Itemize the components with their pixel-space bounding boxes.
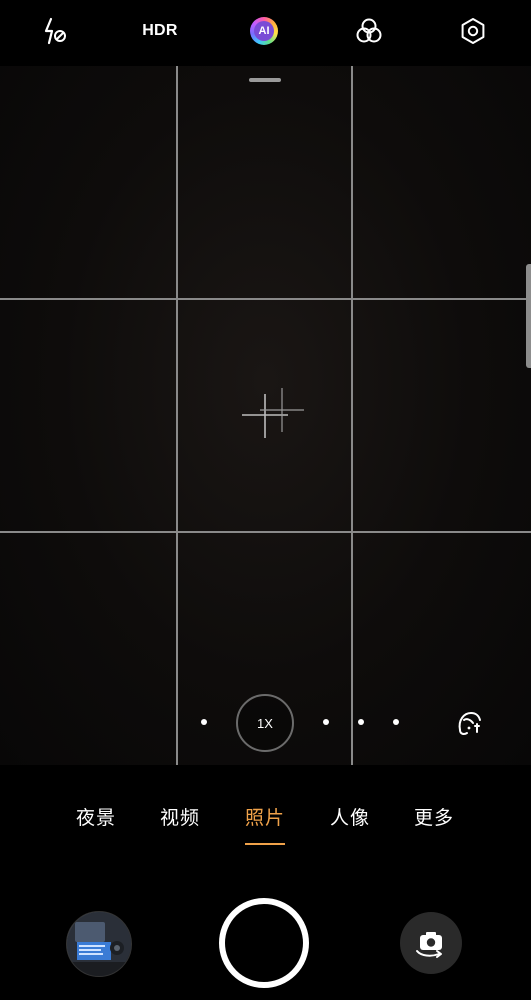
camera-screen: HDR AI 1X 夜景 视频 照片 人像 更多: [0, 0, 531, 1000]
hdr-label: HDR: [142, 22, 178, 39]
drag-handle[interactable]: [249, 78, 281, 82]
filters-button[interactable]: [352, 14, 386, 48]
mode-tab-portrait[interactable]: 人像: [320, 803, 380, 830]
focus-reticle-icon: [242, 388, 304, 438]
grid-line-horizontal: [0, 531, 531, 533]
side-slider-handle[interactable]: [526, 264, 531, 368]
mode-tab-video[interactable]: 视频: [150, 803, 210, 830]
filters-icon: [356, 18, 382, 43]
active-mode-indicator: [245, 843, 285, 845]
zoom-label: 1X: [257, 715, 273, 731]
settings-button[interactable]: [456, 14, 490, 48]
hdr-toggle[interactable]: HDR: [140, 14, 180, 48]
zoom-level-dot[interactable]: [201, 719, 207, 725]
zoom-level-dot[interactable]: [393, 719, 399, 725]
beauty-toggle[interactable]: [454, 708, 484, 738]
gallery-thumbnail-image: [67, 912, 131, 976]
switch-camera-icon: [416, 932, 442, 958]
shutter-button[interactable]: [219, 898, 309, 988]
switch-camera-button[interactable]: [400, 912, 462, 974]
grid-line-vertical: [176, 66, 178, 765]
bottom-controls: [0, 865, 531, 1000]
mode-tab-photo[interactable]: 照片: [235, 803, 295, 830]
viewfinder[interactable]: 1X: [0, 66, 531, 765]
ai-icon: AI: [250, 17, 278, 45]
mode-selector: 夜景 视频 照片 人像 更多: [0, 765, 531, 865]
zoom-button[interactable]: 1X: [236, 694, 294, 752]
beauty-face-icon: [458, 711, 481, 735]
settings-icon: [461, 18, 485, 44]
mode-tab-more[interactable]: 更多: [404, 803, 464, 830]
zoom-level-dot[interactable]: [323, 719, 329, 725]
ai-toggle[interactable]: AI: [247, 14, 281, 48]
mode-tab-night[interactable]: 夜景: [66, 803, 126, 830]
flash-off-icon: [44, 17, 66, 45]
flash-toggle[interactable]: [38, 14, 72, 48]
top-toolbar: HDR AI: [0, 0, 531, 66]
ai-label: AI: [254, 21, 274, 41]
grid-line-vertical: [351, 66, 353, 765]
zoom-level-dot[interactable]: [358, 719, 364, 725]
gallery-thumbnail[interactable]: [66, 911, 132, 977]
grid-line-horizontal: [0, 298, 531, 300]
